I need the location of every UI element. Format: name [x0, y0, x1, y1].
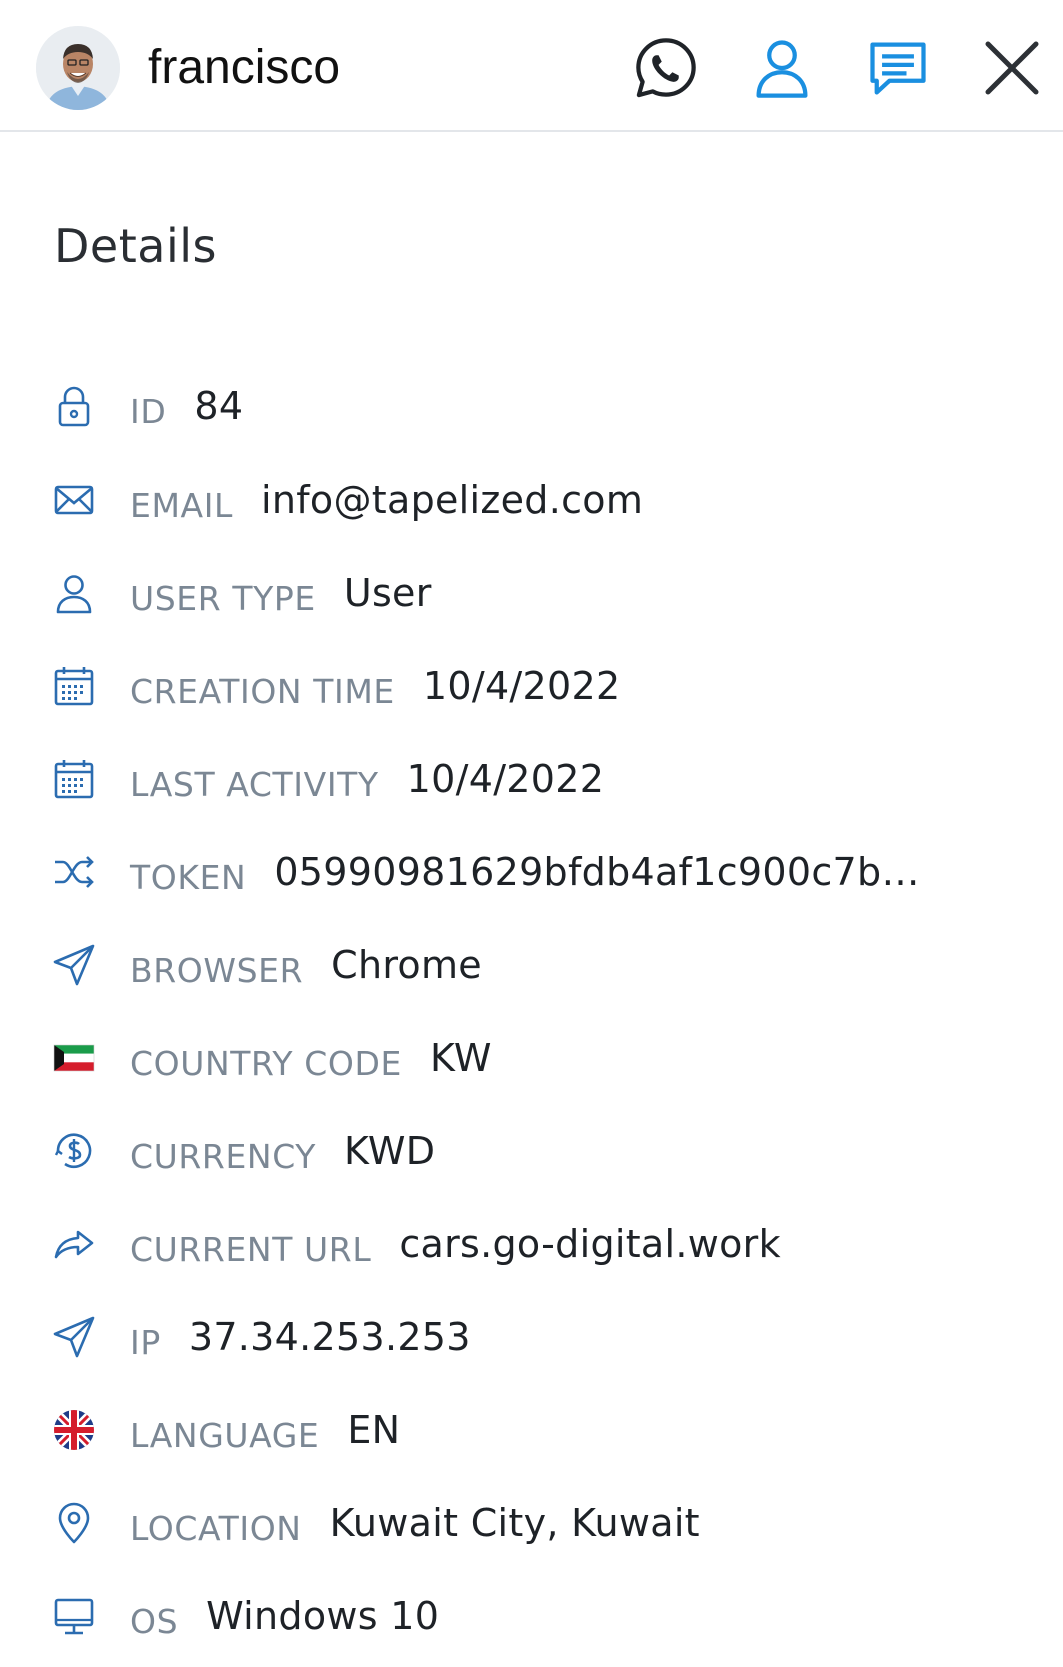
close-button[interactable]	[980, 36, 1044, 100]
avatar[interactable]	[36, 26, 120, 110]
detail-value: User	[343, 571, 432, 615]
detail-value: KW	[429, 1036, 492, 1080]
detail-value: Windows 10	[206, 1594, 440, 1638]
avatar-image	[36, 26, 120, 110]
detail-value: EN	[347, 1408, 401, 1452]
user-name: francisco	[148, 41, 341, 94]
detail-row-id: ID 84	[0, 376, 1063, 436]
detail-label: IP	[130, 1322, 161, 1362]
kuwait-flag-icon	[52, 1036, 96, 1080]
uk-flag-icon	[52, 1408, 96, 1452]
detail-label: CREATION TIME	[130, 671, 395, 711]
lock-icon	[52, 384, 96, 428]
detail-label: BROWSER	[130, 950, 304, 990]
detail-row-country-code: COUNTRY CODE KW	[0, 1028, 1063, 1088]
detail-value: 84	[194, 384, 244, 428]
detail-row-location: LOCATION Kuwait City, Kuwait	[0, 1493, 1063, 1553]
shuffle-icon	[52, 850, 96, 894]
detail-row-language: LANGUAGE EN	[0, 1400, 1063, 1460]
detail-label: LAST ACTIVITY	[130, 764, 379, 804]
monitor-icon	[52, 1594, 96, 1638]
calendar-icon	[52, 664, 96, 708]
whatsapp-button[interactable]	[632, 34, 700, 102]
detail-row-token: TOKEN 05990981629bfdb4af1c900c7b9...	[0, 842, 1063, 902]
detail-label: ID	[130, 391, 167, 431]
detail-label: CURRENT URL	[130, 1229, 372, 1269]
detail-value: 10/4/2022	[406, 757, 605, 801]
profile-icon	[756, 40, 808, 98]
close-icon	[985, 41, 1039, 95]
detail-value[interactable]: cars.go-digital.work	[399, 1222, 781, 1266]
detail-label: CURRENCY	[130, 1136, 317, 1176]
detail-value: 37.34.253.253	[188, 1315, 471, 1359]
send-icon	[52, 1315, 96, 1359]
detail-value: 10/4/2022	[422, 664, 621, 708]
envelope-icon	[52, 478, 96, 522]
detail-row-currency: CURRENCY KWD	[0, 1121, 1063, 1181]
detail-row-user-type: USER TYPE User	[0, 563, 1063, 623]
share-arrow-icon	[52, 1222, 96, 1266]
details-title: Details	[54, 219, 217, 273]
chat-header: francisco	[0, 0, 1063, 132]
detail-label: LOCATION	[130, 1508, 302, 1548]
location-pin-icon	[52, 1501, 96, 1545]
detail-value: Chrome	[331, 943, 482, 987]
detail-row-ip: IP 37.34.253.253	[0, 1307, 1063, 1367]
detail-row-last-activity: LAST ACTIVITY 10/4/2022	[0, 749, 1063, 809]
detail-row-email: EMAIL info@tapelized.com	[0, 470, 1063, 530]
detail-row-current-url: CURRENT URL cars.go-digital.work	[0, 1214, 1063, 1274]
detail-label: COUNTRY CODE	[130, 1043, 402, 1083]
detail-row-os: OS Windows 10	[0, 1586, 1063, 1646]
calendar-icon	[52, 757, 96, 801]
detail-label: LANGUAGE	[130, 1415, 320, 1455]
detail-row-browser: BROWSER Chrome	[0, 935, 1063, 995]
detail-value: 05990981629bfdb4af1c900c7b9...	[274, 850, 935, 894]
detail-label: OS	[130, 1601, 179, 1641]
detail-value[interactable]: info@tapelized.com	[261, 478, 643, 522]
user-icon	[52, 571, 96, 615]
detail-label: EMAIL	[130, 485, 234, 525]
chat-icon	[870, 42, 926, 95]
profile-button[interactable]	[748, 34, 816, 102]
whatsapp-icon	[636, 38, 696, 98]
detail-row-creation-time: CREATION TIME 10/4/2022	[0, 656, 1063, 716]
detail-label: USER TYPE	[130, 578, 316, 618]
send-icon	[52, 943, 96, 987]
detail-value: Kuwait City, Kuwait	[329, 1501, 700, 1545]
detail-label: TOKEN	[130, 857, 247, 897]
chat-button[interactable]	[864, 34, 932, 102]
currency-icon	[52, 1129, 96, 1173]
detail-value: KWD	[344, 1129, 436, 1173]
